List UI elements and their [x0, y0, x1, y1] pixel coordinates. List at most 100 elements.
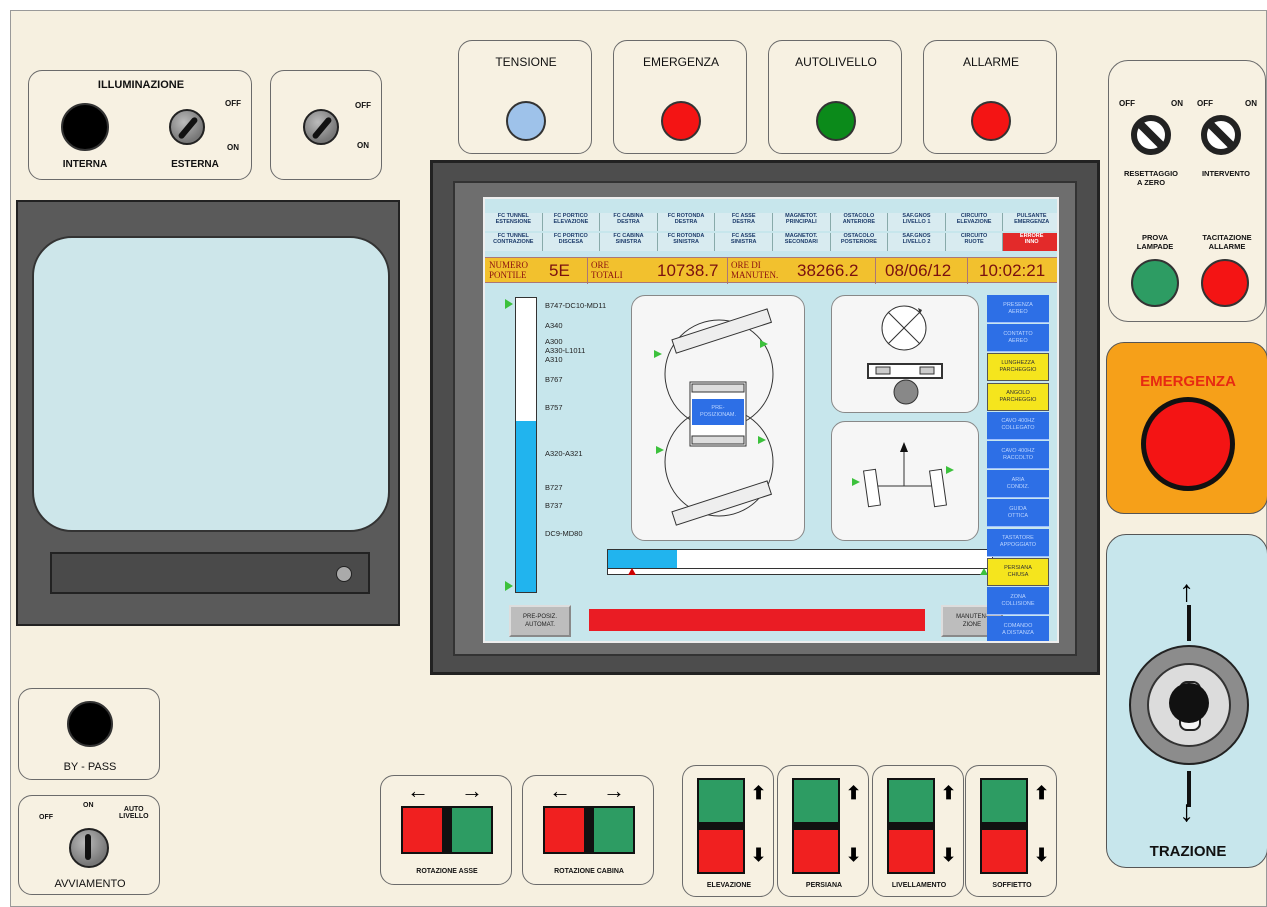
aircraft-type: A300 A330-L1011 A310: [545, 337, 586, 364]
avviamento-label: AVVIAMENTO: [54, 878, 126, 890]
intervento-on-label: ON: [1245, 99, 1257, 108]
extension-marker-icon: [628, 568, 636, 575]
elevazione-switch[interactable]: ⬆ ⬇ ELEVAZIONE: [682, 765, 774, 897]
esterna-key-switch[interactable]: [169, 109, 205, 145]
indicator-label: AUTOLIVELLO: [795, 55, 877, 69]
monitor-screen: [32, 236, 390, 532]
tensione-lamp: [506, 101, 546, 141]
tacitazione-button[interactable]: [1201, 259, 1249, 307]
reset-off-label: OFF: [1119, 99, 1135, 108]
signal-cell: SAF.GNOS LIVELLO 1: [888, 213, 946, 231]
up-arrow-shaft: [1187, 605, 1191, 641]
rotazione-asse-label: ROTAZIONE ASSE: [416, 868, 478, 875]
persiana-rocker[interactable]: [792, 778, 840, 874]
right-arrow-icon: →: [603, 778, 625, 803]
key-switch[interactable]: [303, 109, 339, 145]
signal-cell: SAF.GNOS LIVELLO 2: [888, 233, 946, 251]
divider: [967, 258, 968, 284]
soffietto-rocker[interactable]: [980, 778, 1028, 874]
signal-cell: FC ROTONDA DESTRA: [657, 213, 716, 231]
tacitazione-label: TACITAZIONE ALLARME: [1202, 233, 1252, 251]
persiana-switch[interactable]: ⬆ ⬇ PERSIANA: [777, 765, 869, 897]
signal-cell: MAGNETOT. SECONDARI: [773, 233, 831, 251]
aircraft-type: B757: [545, 403, 563, 412]
status-indicator: CONTATTO AEREO: [987, 324, 1049, 353]
avviamento-key-switch[interactable]: [69, 828, 109, 868]
reset-panel: OFF ON OFF ON RESETTAGGIO A ZERO INTERVE…: [1108, 60, 1266, 322]
livellamento-switch[interactable]: ⬆ ⬇ LIVELLAMENTO: [872, 765, 964, 897]
switch-on-label: ON: [357, 141, 369, 150]
left-arrow-icon: ←: [549, 778, 571, 803]
status-indicator: ANGOLO PARCHEGGIO: [987, 382, 1049, 411]
reset-label: RESETTAGGIO A ZERO: [1123, 169, 1179, 187]
left-arrow-icon: ←: [407, 778, 429, 803]
pre-posiz-automat-button[interactable]: PRE-POSIZ. AUTOMAT.: [509, 605, 571, 637]
status-indicator: GUIDA OTTICA: [987, 499, 1049, 528]
soffietto-switch[interactable]: ⬆ ⬇ SOFFIETTO: [965, 765, 1057, 897]
interna-button[interactable]: [61, 103, 109, 151]
status-indicator: CAVO 400HZ RACCOLTO: [987, 441, 1049, 469]
prova-lampade-button[interactable]: [1131, 259, 1179, 307]
persiana-label: PERSIANA: [805, 882, 843, 889]
down-arrow-icon: ⬇: [751, 845, 767, 865]
status-indicator: COMANDO A DISTANZA: [987, 616, 1049, 641]
avviamento-auto-label: AUTO LIVELLO: [119, 806, 149, 820]
emergenza-title: EMERGENZA: [1140, 373, 1236, 390]
indicator-emergenza: EMERGENZA: [613, 40, 747, 154]
signal-cell: PULSANTE EMERGENZA: [1003, 213, 1057, 231]
emergenza-button[interactable]: [1141, 397, 1235, 491]
status-indicator: TASTATORE APPOGGIATO: [987, 528, 1049, 557]
monitor-knob[interactable]: [336, 566, 352, 582]
down-arrow-icon: ⬇: [941, 845, 957, 865]
signal-cell: FC CABINA DESTRA: [600, 213, 658, 231]
avviamento-off-label: OFF: [39, 814, 53, 821]
ore-manut-value: 38266.2: [797, 261, 859, 280]
time-value: 10:02:21: [979, 261, 1046, 280]
rotazione-asse-rocker[interactable]: [401, 806, 493, 854]
indicator-label: TENSIONE: [495, 55, 557, 69]
cabin-drawing: [867, 305, 943, 405]
trazione-label: TRAZIONE: [1149, 843, 1227, 860]
joystick-knob[interactable]: [1169, 683, 1209, 723]
illuminazione-box: ILLUMINAZIONE INTERNA OFF ON ESTERNA: [28, 70, 252, 180]
extension-bar: [607, 549, 993, 575]
signal-cell: ERRORE INNO: [1003, 233, 1057, 251]
key-switch-box: OFF ON: [270, 70, 382, 180]
livellamento-rocker[interactable]: [887, 778, 935, 874]
down-arrow-icon: ⬇: [846, 845, 862, 865]
reset-switch[interactable]: [1131, 115, 1171, 155]
down-arrow-icon: ⬇: [1034, 845, 1050, 865]
reset-on-label: ON: [1171, 99, 1183, 108]
numero-pontile-value: 5E: [549, 261, 570, 280]
plan-view: PRE- POSIZIONAM.: [631, 295, 805, 541]
esterna-on-label: ON: [227, 143, 239, 152]
status-indicator: ARIA CONDIZ.: [987, 470, 1049, 499]
signal-cell: OSTACOLO ANTERIORE: [830, 213, 889, 231]
level-pointer-bottom-icon: [505, 581, 513, 591]
status-indicator: LUNGHEZZA PARCHEGGIO: [987, 353, 1049, 382]
up-arrow-icon: ⬆: [751, 783, 767, 803]
elevazione-rocker[interactable]: [697, 778, 745, 874]
intervento-switch[interactable]: [1201, 115, 1241, 155]
wheel-view: [831, 421, 979, 541]
signal-cell: FC ASSE DESTRA: [715, 213, 773, 231]
rotazione-cabina-rocker[interactable]: [543, 806, 635, 854]
numero-pontile-label: NUMERO PONTILE: [489, 260, 529, 280]
signal-cell: FC TUNNEL ESTENSIONE: [485, 213, 543, 231]
aircraft-type: A320-A321: [545, 449, 583, 458]
bypass-button[interactable]: [67, 701, 113, 747]
joystick-base[interactable]: [1129, 645, 1249, 765]
soffietto-label: SOFFIETTO: [992, 882, 1032, 889]
rotazione-cabina-switch[interactable]: ← → ROTAZIONE CABINA: [522, 775, 654, 885]
status-indicator: PRESENZA AEREO: [987, 295, 1049, 323]
elevazione-label: ELEVAZIONE: [706, 882, 752, 889]
level-gauge-fill: [516, 421, 536, 592]
aircraft-type: B747-DC10-MD11: [545, 301, 607, 310]
hmi-screen: FC TUNNEL ESTENSIONE FC PORTICO ELEVAZION…: [483, 197, 1059, 643]
rotazione-asse-switch[interactable]: ← → ROTAZIONE ASSE: [380, 775, 512, 885]
emergenza-panel: EMERGENZA: [1106, 342, 1267, 514]
divider: [875, 258, 876, 284]
signal-cell: FC TUNNEL CONTRAZIONE: [485, 233, 543, 251]
indicator-allarme: ALLARME: [923, 40, 1057, 154]
divider: [587, 258, 588, 284]
